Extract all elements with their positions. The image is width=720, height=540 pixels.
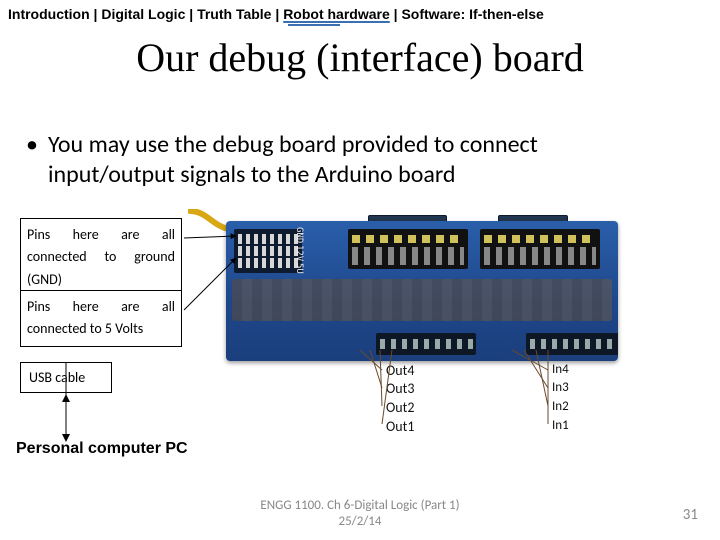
footer-line-1: ENGG 1100. Ch 6-Digital Logic (Part 1) — [0, 498, 720, 514]
bullet-marker: • — [26, 130, 38, 160]
bullet-content: You may use the debug board provided to … — [48, 130, 538, 189]
breadcrumb-part-1: Digital Logic — [101, 6, 185, 22]
silk-gnd: GND — [294, 227, 304, 243]
breadcrumb-underline-bridge — [288, 24, 340, 26]
silk-5v: 5U — [294, 263, 304, 274]
pc-label: Personal computer PC — [16, 440, 188, 458]
gnd-5v-pin-block — [234, 229, 302, 273]
breadcrumb-part-2: Truth Table — [197, 6, 271, 22]
footer-line-2: 25/2/14 — [0, 514, 720, 530]
slide: Introduction | Digital Logic | Truth Tab… — [0, 0, 720, 540]
input-led-strip — [480, 229, 600, 269]
output-pin-header — [376, 333, 476, 355]
input-pin-header — [526, 333, 618, 355]
breadcrumb-part-4: Software: If-then-else — [401, 6, 543, 22]
footer: ENGG 1100. Ch 6-Digital Logic (Part 1) 2… — [0, 498, 720, 531]
breadcrumb-part-3: Robot hardware — [283, 6, 390, 22]
page-number: 31 — [683, 506, 698, 524]
annotation-gnd: Pins here are all connected to ground (G… — [20, 218, 182, 297]
breadcrumb-sep: | — [189, 6, 197, 22]
board-pcb: GND 12V 5U — [226, 221, 618, 361]
annotation-usb: USB cable — [20, 362, 112, 393]
board-image: GND 12V 5U — [198, 215, 628, 433]
silk-12v: 12V — [294, 245, 304, 261]
bullet-text: • You may use the debug board provided t… — [48, 130, 668, 190]
breadcrumb-part-0: Introduction — [8, 6, 90, 22]
breadcrumb: Introduction | Digital Logic | Truth Tab… — [8, 6, 544, 22]
page-title: Our debug (interface) board — [0, 34, 720, 81]
annotation-5v: Pins here are all connected to 5 Volts — [20, 290, 182, 347]
output-led-strip — [348, 229, 468, 269]
